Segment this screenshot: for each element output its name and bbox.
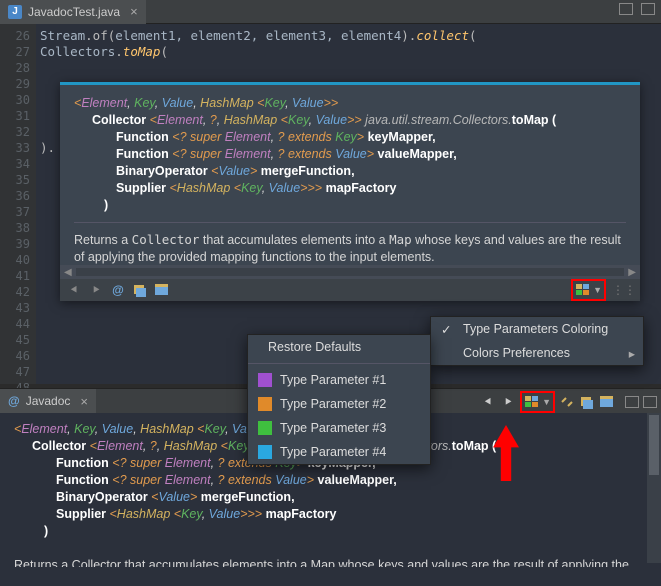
line-gutter: 262728 293031 323334 353637 383940 41424… xyxy=(0,24,36,384)
back-icon[interactable]: ⯇ xyxy=(66,282,82,298)
colors-submenu: Restore Defaults Type Parameter #1 Type … xyxy=(247,334,431,465)
javadoc-vscrollbar[interactable] xyxy=(647,413,661,563)
maximize-icon[interactable] xyxy=(641,3,655,15)
jd-minimize-icon[interactable] xyxy=(625,396,639,408)
open-declaration-icon[interactable] xyxy=(132,282,148,298)
editor-tab[interactable]: J JavadocTest.java × xyxy=(0,0,146,24)
menu-type-param-4[interactable]: Type Parameter #4 xyxy=(248,440,430,464)
hscroll-track[interactable] xyxy=(76,268,625,276)
menu-restore-defaults[interactable]: Restore Defaults xyxy=(248,335,430,359)
javadoc-popup-content: <Element, Key, Value, HashMap <Key, Valu… xyxy=(60,85,640,265)
color-swatch-3 xyxy=(258,421,272,435)
jd-color-settings-icon[interactable] xyxy=(524,394,540,410)
color-settings-icon[interactable] xyxy=(575,282,591,298)
javadoc-tab[interactable]: @ Javadoc × xyxy=(0,389,96,413)
jd-dropdown-arrow-icon[interactable]: ▼ xyxy=(542,397,551,407)
menu-type-param-2[interactable]: Type Parameter #2 xyxy=(248,392,430,416)
code-editor[interactable]: 262728 293031 323334 353637 383940 41424… xyxy=(0,24,661,384)
color-swatch-2 xyxy=(258,397,272,411)
scroll-left-icon[interactable]: ◀ xyxy=(64,267,72,278)
menu-type-param-3[interactable]: Type Parameter #3 xyxy=(248,416,430,440)
jd-link-icon[interactable] xyxy=(559,394,575,410)
popup-hscrollbar[interactable]: ◀ ▶ xyxy=(60,265,640,279)
menu-separator xyxy=(248,363,430,364)
resize-grip-icon[interactable]: ⋮⋮ xyxy=(612,283,636,297)
menu-type-params-coloring[interactable]: ✓ Type Parameters Coloring xyxy=(431,317,643,341)
javadoc-at-icon: @ xyxy=(8,394,20,408)
jd-forward-icon[interactable]: ⯈ xyxy=(500,394,516,410)
javadoc-toolbar: ⯇ ⯈ ▼ xyxy=(480,391,657,413)
color-dropdown-menu: ✓ Type Parameters Coloring Colors Prefer… xyxy=(430,316,644,366)
forward-icon[interactable]: ⯈ xyxy=(88,282,104,298)
popup-toolbar: ⯇ ⯈ @ ▼ ⋮⋮ xyxy=(60,279,640,301)
editor-window-controls xyxy=(619,3,655,15)
color-swatch-4 xyxy=(258,445,272,459)
close-tab-icon[interactable]: × xyxy=(130,4,138,19)
scroll-right-icon[interactable]: ▶ xyxy=(628,267,636,278)
javadoc-popup: <Element, Key, Value, HashMap <Key, Valu… xyxy=(60,82,640,301)
editor-tabbar: J JavadocTest.java × xyxy=(0,0,661,24)
menu-colors-preferences[interactable]: Colors Preferences ▸ xyxy=(431,341,643,365)
jd-back-icon[interactable]: ⯇ xyxy=(480,394,496,410)
jd-open-decl-icon[interactable] xyxy=(579,394,595,410)
jd-browser-icon[interactable] xyxy=(599,394,615,410)
menu-type-param-1[interactable]: Type Parameter #1 xyxy=(248,368,430,392)
color-swatch-1 xyxy=(258,373,272,387)
javadoc-tab-label: Javadoc xyxy=(26,394,71,408)
close-javadoc-tab-icon[interactable]: × xyxy=(80,394,88,409)
jd-maximize-icon[interactable] xyxy=(643,396,657,408)
java-file-icon: J xyxy=(8,5,22,19)
dropdown-arrow-icon[interactable]: ▼ xyxy=(593,285,602,295)
at-icon[interactable]: @ xyxy=(110,282,126,298)
minimize-icon[interactable] xyxy=(619,3,633,15)
submenu-arrow-icon: ▸ xyxy=(629,346,635,361)
tab-filename: JavadocTest.java xyxy=(28,5,120,19)
browser-icon[interactable] xyxy=(154,282,170,298)
check-icon: ✓ xyxy=(441,322,451,337)
